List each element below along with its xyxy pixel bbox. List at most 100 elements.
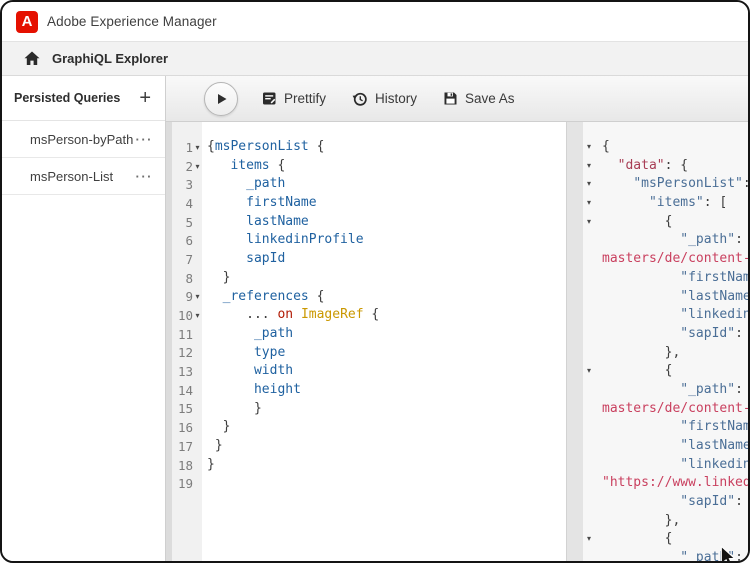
code-token: masters/de/content-f [602, 401, 748, 416]
code-token: "firstName" [680, 419, 748, 434]
code-token: } [207, 438, 223, 453]
code-token [602, 550, 680, 561]
code-token: "data" [618, 158, 665, 173]
line-number: 12 [178, 345, 193, 360]
persisted-query-item[interactable]: msPerson-List··· [2, 158, 165, 195]
gutter-line: 18 [172, 456, 202, 475]
code-token: { [602, 363, 672, 378]
fold-caret-icon[interactable]: ▾ [193, 311, 202, 320]
code-token [602, 232, 680, 247]
home-icon[interactable] [24, 51, 40, 66]
gutter-line: 14 [172, 381, 202, 400]
code-token: { [270, 158, 286, 173]
mouse-cursor [718, 546, 738, 563]
line-number: 18 [178, 458, 193, 473]
fold-caret-icon[interactable]: ▾ [193, 162, 202, 171]
results-line: masters/de/content-f [583, 400, 748, 419]
code-token [293, 307, 301, 322]
fold-caret-icon[interactable]: ▾ [193, 292, 202, 301]
results-line: "firstName": [583, 269, 748, 288]
code-token: "_path" [680, 382, 735, 397]
code-token: { [602, 139, 610, 154]
more-options-icon[interactable]: ··· [136, 169, 154, 184]
results-line: }, [583, 512, 748, 531]
line-number: 19 [178, 476, 193, 491]
fold-caret-icon[interactable]: ▾ [587, 213, 591, 232]
page-title: GraphiQL Explorer [52, 51, 168, 66]
editor-line: type [207, 344, 566, 363]
results-pane[interactable]: ▾{▾ "data": {▾ "msPersonList": {▾ "items… [583, 122, 748, 561]
code-token: : { [743, 176, 748, 191]
code-token [602, 307, 680, 322]
code-token [602, 457, 680, 472]
code-token: ImageRef [301, 307, 364, 322]
more-options-icon[interactable]: ··· [136, 132, 154, 147]
persisted-query-item[interactable]: msPerson-byPath··· [2, 121, 165, 158]
code-token: : [735, 326, 748, 341]
editor-line: width [207, 362, 566, 381]
gutter-line: 7 [172, 250, 202, 269]
fold-caret-icon[interactable]: ▾ [587, 194, 591, 213]
code-token: }, [602, 345, 680, 360]
gutter-line: 2▾ [172, 157, 202, 176]
code-token: : [ [704, 195, 727, 210]
persisted-queries-sidebar: Persisted Queries + msPerson-byPath···ms… [2, 76, 166, 561]
code-token: ... [207, 307, 277, 322]
code-token [207, 232, 246, 247]
adobe-logo-icon: A [16, 11, 38, 33]
code-token: on [277, 307, 293, 322]
prettify-button[interactable]: Prettify [262, 91, 326, 106]
fold-caret-icon[interactable]: ▾ [587, 157, 591, 176]
code-token: "lastName" [680, 438, 748, 453]
gutter-line: 16 [172, 418, 202, 437]
code-token [602, 382, 680, 397]
code-token: } [207, 401, 262, 416]
query-editor[interactable]: {msPersonList { items { _path firstName … [202, 122, 566, 561]
code-token: { [602, 214, 672, 229]
line-number: 4 [185, 196, 193, 211]
fold-caret-icon[interactable]: ▾ [587, 530, 591, 549]
gutter-line: 4 [172, 194, 202, 213]
panel-resizer[interactable] [566, 122, 583, 561]
code-token: } [207, 270, 230, 285]
code-token [207, 158, 230, 173]
code-token: masters/de/content-f [602, 251, 748, 266]
fold-caret-icon[interactable]: ▾ [193, 143, 202, 152]
history-label: History [375, 91, 417, 106]
code-token: "sapId" [680, 326, 735, 341]
gutter-line: 15 [172, 400, 202, 419]
code-token [207, 289, 223, 304]
code-token: width [254, 363, 293, 378]
editor-line: } [207, 269, 566, 288]
page-header: GraphiQL Explorer [2, 42, 748, 76]
line-number: 6 [185, 233, 193, 248]
history-button[interactable]: History [352, 91, 417, 107]
results-line: ▾{ [583, 138, 748, 157]
results-line: "https://www.linkedin [583, 474, 748, 493]
prettify-label: Prettify [284, 91, 326, 106]
line-number: 17 [178, 439, 193, 454]
editor-line: _path [207, 175, 566, 194]
editor-line: ... on ImageRef { [207, 306, 566, 325]
execute-query-button[interactable] [204, 82, 238, 116]
play-icon [213, 91, 229, 107]
fold-caret-icon[interactable]: ▾ [587, 362, 591, 381]
code-token: type [254, 345, 285, 360]
line-number: 16 [178, 420, 193, 435]
code-token: "sapId" [680, 494, 735, 509]
editor-line: } [207, 400, 566, 419]
results-line: masters/de/content-f [583, 250, 748, 269]
save-as-button[interactable]: Save As [443, 91, 515, 106]
code-token: { [207, 139, 215, 154]
gutter-line: 10▾ [172, 306, 202, 325]
results-line: }, [583, 344, 748, 363]
fold-caret-icon[interactable]: ▾ [587, 138, 591, 157]
results-line: ▾ "data": { [583, 157, 748, 176]
gutter-line: 8 [172, 269, 202, 288]
results-line: "firstName": [583, 418, 748, 437]
gutter-line: 3 [172, 175, 202, 194]
add-query-button[interactable]: + [139, 88, 151, 108]
code-token: _references [223, 289, 309, 304]
app-title: Adobe Experience Manager [47, 14, 217, 29]
fold-caret-icon[interactable]: ▾ [587, 175, 591, 194]
